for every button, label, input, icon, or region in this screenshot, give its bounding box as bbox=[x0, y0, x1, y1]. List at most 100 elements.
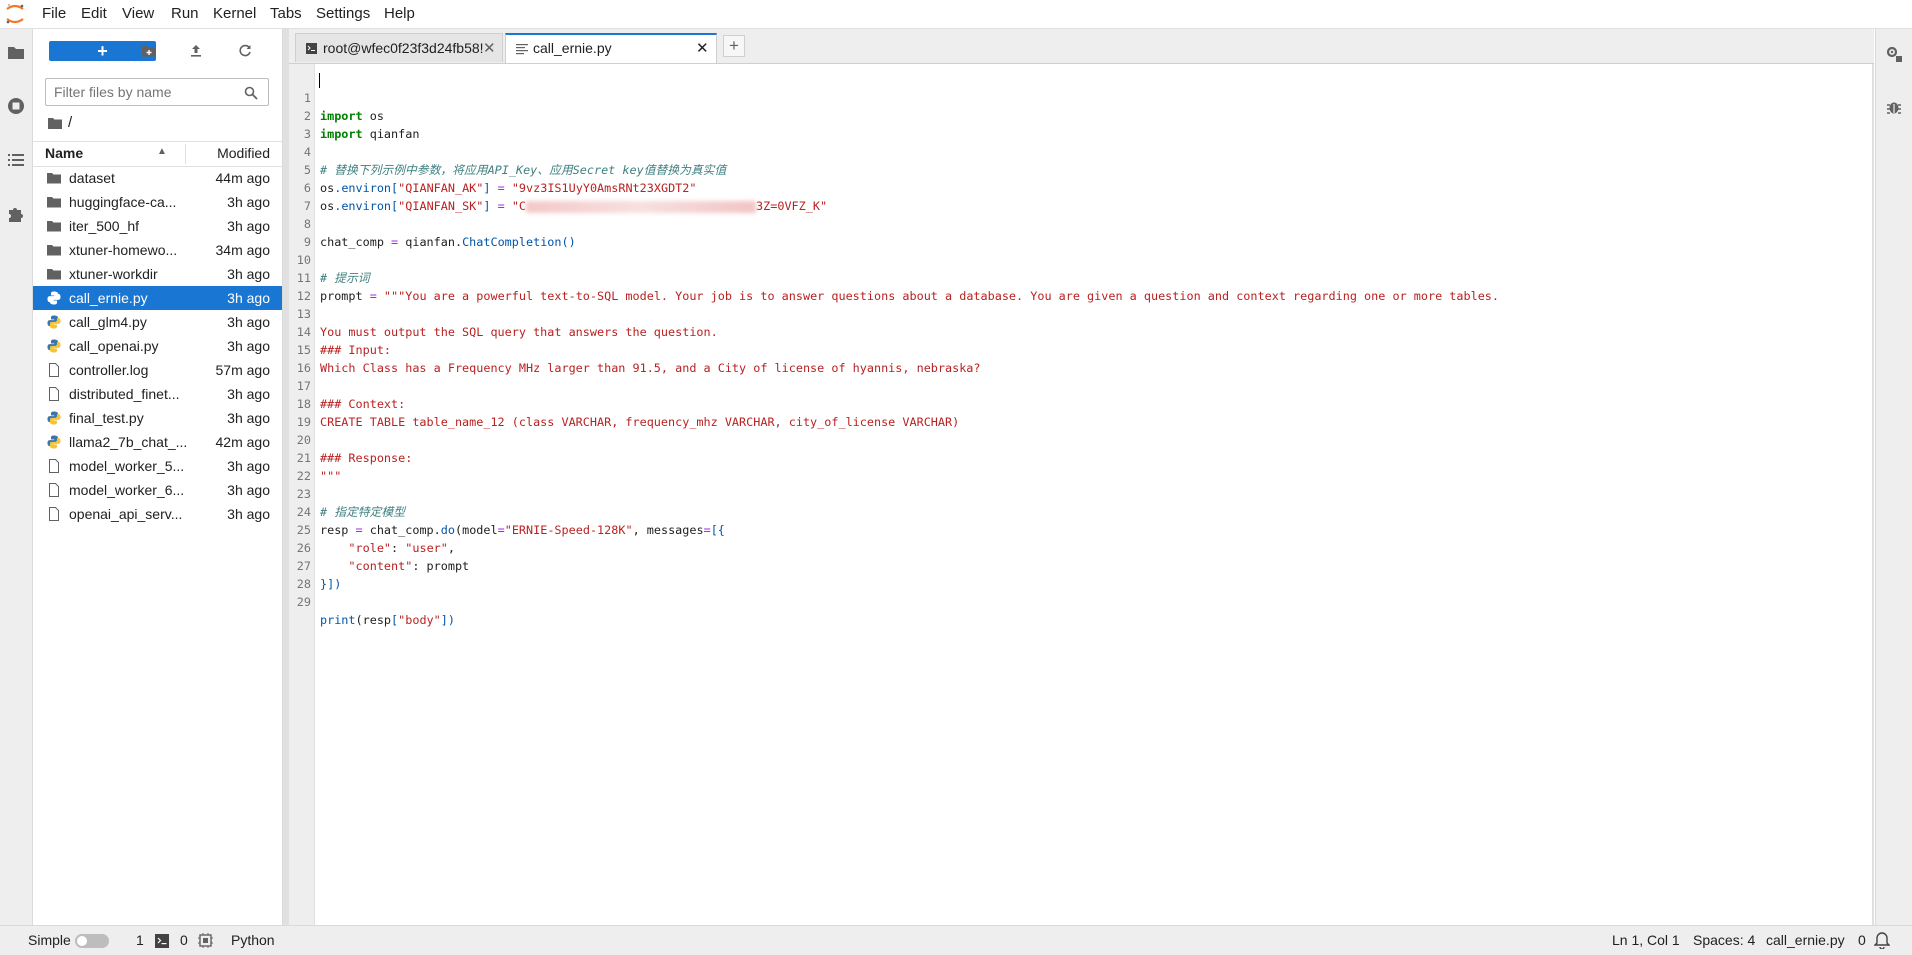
file-row[interactable]: llama2_7b_chat_... 42m ago bbox=[33, 430, 282, 454]
language-mode[interactable]: Python bbox=[231, 932, 275, 948]
simple-mode-label: Simple bbox=[28, 932, 71, 948]
close-icon[interactable]: ✕ bbox=[483, 34, 496, 63]
code-text: , bbox=[447, 541, 455, 555]
folder-icon[interactable] bbox=[6, 43, 26, 63]
file-name: llama2_7b_chat_... bbox=[69, 434, 188, 450]
file-row[interactable]: huggingface-ca... 3h ago bbox=[33, 190, 282, 214]
code-text: qianfan. bbox=[398, 235, 463, 249]
home-folder-icon[interactable] bbox=[48, 117, 62, 129]
string-literal: "C bbox=[511, 199, 527, 213]
extensions-puzzle-icon[interactable] bbox=[6, 204, 26, 224]
close-icon[interactable]: ✕ bbox=[696, 34, 709, 63]
code-line: 25 "role": "user", bbox=[289, 503, 455, 555]
code-text: os bbox=[320, 181, 335, 195]
kernel-count[interactable]: 0 bbox=[180, 932, 188, 948]
folder-icon bbox=[47, 173, 61, 184]
folder-icon bbox=[47, 197, 61, 208]
new-folder-icon[interactable] bbox=[141, 43, 157, 59]
menu-edit[interactable]: Edit bbox=[81, 5, 107, 22]
property-inspector-gear-icon[interactable] bbox=[1885, 45, 1903, 63]
code-line: 8 chat_comp = qianfan.ChatCompletion() bbox=[289, 197, 576, 249]
code-line: 11 prompt = """You are a powerful text-t… bbox=[289, 251, 1499, 303]
file-row[interactable]: xtuner-workdir 3h ago bbox=[33, 262, 282, 286]
file-modified: 44m ago bbox=[215, 170, 270, 186]
file-modified: 3h ago bbox=[227, 314, 270, 330]
code-text: .environ bbox=[334, 181, 392, 195]
code-text: ChatCompletion bbox=[462, 235, 562, 249]
code-line: 7 bbox=[289, 179, 317, 213]
tab-call-ernie[interactable]: call_ernie.py ✕ bbox=[505, 33, 717, 63]
code-text: [{ bbox=[710, 523, 725, 537]
file-row[interactable]: controller.log 57m ago bbox=[33, 358, 282, 382]
file-row[interactable]: openai_api_serv... 3h ago bbox=[33, 502, 282, 526]
file-name: iter_500_hf bbox=[69, 218, 140, 234]
file-row[interactable]: xtuner-homewo... 34m ago bbox=[33, 238, 282, 262]
folder-icon bbox=[47, 221, 61, 232]
file-name: xtuner-homewo... bbox=[69, 242, 178, 258]
string-literal: "QIANFAN_AK" bbox=[398, 181, 484, 195]
file-name: call_ernie.py bbox=[69, 290, 148, 306]
terminal-icon bbox=[155, 934, 169, 948]
add-tab-button[interactable]: + bbox=[723, 35, 745, 57]
code-line: 17 ### Context: bbox=[289, 359, 405, 411]
code-text: os bbox=[362, 109, 384, 123]
comment: # 指定特定模型 bbox=[320, 505, 405, 519]
code-line: 3 bbox=[289, 107, 317, 141]
menu-run[interactable]: Run bbox=[171, 5, 199, 22]
code-line: 4 # 替换下列示例中参数，将应用API_Key、应用Secret key值替换… bbox=[289, 125, 726, 177]
menu-view[interactable]: View bbox=[122, 5, 154, 22]
file-icon bbox=[49, 363, 59, 377]
file-row[interactable]: dataset 44m ago bbox=[33, 166, 282, 190]
notification-count[interactable]: 0 bbox=[1858, 932, 1866, 948]
file-name: final_test.py bbox=[69, 410, 144, 426]
menu-settings[interactable]: Settings bbox=[316, 5, 370, 22]
menu-tabs[interactable]: Tabs bbox=[270, 5, 302, 22]
menu-kernel[interactable]: Kernel bbox=[213, 5, 256, 22]
code-text: (resp bbox=[355, 613, 392, 627]
file-modified: 57m ago bbox=[215, 362, 270, 378]
string-literal: """ bbox=[320, 469, 342, 483]
breadcrumb-root[interactable]: / bbox=[68, 114, 72, 131]
operator: = bbox=[490, 181, 512, 195]
file-row[interactable]: model_worker_6... 3h ago bbox=[33, 478, 282, 502]
file-row[interactable]: model_worker_5... 3h ago bbox=[33, 454, 282, 478]
debugger-bug-icon[interactable] bbox=[1886, 99, 1902, 115]
menu-help[interactable]: Help bbox=[384, 5, 415, 22]
upload-icon[interactable] bbox=[188, 43, 204, 59]
new-launcher-button[interactable]: + bbox=[49, 41, 156, 61]
file-row[interactable]: distributed_finet... 3h ago bbox=[33, 382, 282, 406]
sort-ascending-icon[interactable]: ▲ bbox=[157, 146, 167, 157]
menu-file[interactable]: File bbox=[42, 5, 66, 22]
cursor-position[interactable]: Ln 1, Col 1 bbox=[1612, 932, 1680, 948]
code-line: 6 os.environ["QIANFAN_SK"] = "C 3Z=0VFZ_K… bbox=[289, 161, 827, 213]
modified-column-header[interactable]: Modified bbox=[217, 145, 270, 161]
file-modified: 3h ago bbox=[227, 266, 270, 282]
file-row[interactable]: call_glm4.py 3h ago bbox=[33, 310, 282, 334]
file-name: openai_api_serv... bbox=[69, 506, 183, 522]
string-literal: "QIANFAN_SK" bbox=[398, 199, 484, 213]
file-row[interactable]: iter_500_hf 3h ago bbox=[33, 214, 282, 238]
indentation-setting[interactable]: Spaces: 4 bbox=[1693, 932, 1755, 948]
code-line: 29 print(resp["body"]) bbox=[289, 575, 455, 627]
file-filter-input[interactable] bbox=[54, 83, 234, 101]
editor-scrollbar[interactable] bbox=[1872, 64, 1874, 925]
table-of-contents-icon[interactable] bbox=[6, 150, 26, 170]
file-row[interactable]: final_test.py 3h ago bbox=[33, 406, 282, 430]
file-name: controller.log bbox=[69, 362, 149, 378]
bell-icon[interactable] bbox=[1874, 932, 1890, 949]
simple-mode-toggle[interactable] bbox=[75, 934, 109, 948]
name-column-header[interactable]: Name bbox=[45, 145, 83, 161]
file-row[interactable]: call_ernie.py 3h ago bbox=[33, 286, 282, 310]
column-divider[interactable] bbox=[185, 144, 186, 164]
string-literal: ### Context: bbox=[320, 397, 406, 411]
running-sessions-icon[interactable] bbox=[6, 96, 26, 116]
refresh-icon[interactable] bbox=[237, 43, 253, 59]
file-row[interactable]: call_openai.py 3h ago bbox=[33, 334, 282, 358]
code-line: 2 import qianfan bbox=[289, 89, 420, 141]
tab-terminal[interactable]: root@wfec0f23f3d24fb58! ✕ bbox=[295, 33, 503, 62]
terminal-count[interactable]: 1 bbox=[136, 932, 144, 948]
tab-bar: root@wfec0f23f3d24fb58! ✕ call_ernie.py … bbox=[289, 29, 1874, 64]
file-modified: 3h ago bbox=[227, 218, 270, 234]
string-literal: CREATE TABLE table_name_12 (class VARCHA… bbox=[320, 415, 960, 429]
code-text: : bbox=[391, 541, 406, 555]
